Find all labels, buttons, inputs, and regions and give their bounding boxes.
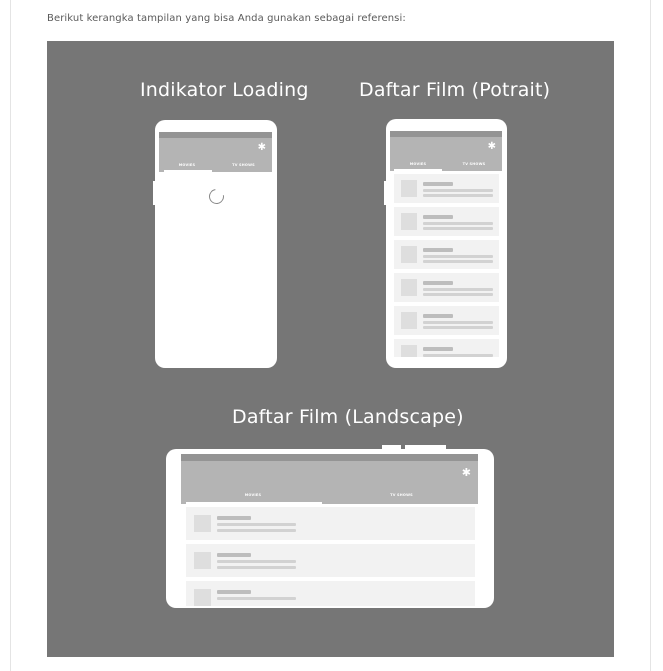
title-placeholder — [423, 281, 453, 285]
text-placeholder — [217, 597, 296, 600]
right-border — [650, 0, 651, 671]
phone-portrait-screen: ✱ MOVIES TV SHOWS — [390, 131, 502, 357]
loading-title: Indikator Loading — [140, 79, 309, 101]
gear-icon[interactable]: ✱ — [488, 142, 496, 152]
gear-icon[interactable]: ✱ — [258, 143, 266, 153]
list-item[interactable] — [186, 581, 475, 606]
tab-tv-shows[interactable]: TV SHOWS — [325, 493, 478, 497]
status-bar — [181, 454, 478, 461]
list-item[interactable] — [394, 174, 499, 203]
poster-placeholder — [401, 213, 417, 230]
title-placeholder — [423, 347, 453, 351]
phone-loading: ✱ MOVIES TV SHOWS — [155, 120, 277, 368]
title-placeholder — [217, 516, 251, 520]
poster-placeholder — [401, 279, 417, 296]
intro-text: Berikut kerangka tampilan yang bisa Anda… — [47, 13, 406, 24]
poster-placeholder — [401, 345, 417, 357]
list-item[interactable] — [394, 339, 499, 357]
poster-placeholder — [401, 180, 417, 197]
list-item[interactable] — [186, 544, 475, 577]
text-placeholder — [423, 194, 493, 197]
title-placeholder — [423, 248, 453, 252]
text-placeholder — [423, 354, 493, 357]
tab-indicator — [394, 169, 442, 171]
left-border — [10, 0, 11, 671]
tab-movies[interactable]: MOVIES — [159, 163, 215, 167]
text-placeholder — [423, 321, 493, 324]
portrait-title: Daftar Film (Potrait) — [359, 79, 551, 101]
text-placeholder — [217, 529, 296, 532]
text-placeholder — [423, 293, 493, 296]
list-item[interactable] — [394, 240, 499, 269]
list-item[interactable] — [394, 273, 499, 302]
tab-indicator — [186, 502, 322, 504]
text-placeholder — [423, 260, 493, 263]
app-bar: ✱ MOVIES TV SHOWS — [181, 461, 478, 504]
text-placeholder — [423, 222, 493, 225]
poster-placeholder — [401, 246, 417, 263]
poster-placeholder — [194, 589, 211, 606]
list-item[interactable] — [186, 507, 475, 540]
spinner-icon — [206, 186, 227, 207]
tab-tv-shows[interactable]: TV SHOWS — [215, 163, 272, 167]
phone-loading-screen: ✱ MOVIES TV SHOWS — [159, 132, 272, 356]
title-placeholder — [217, 553, 251, 557]
phone-portrait: ✱ MOVIES TV SHOWS — [386, 119, 507, 368]
wireframe-panel: Indikator Loading ✱ MOVIES TV SHOWS Daft… — [47, 41, 614, 657]
gear-icon[interactable]: ✱ — [462, 467, 471, 478]
phone-landscape-screen: ✱ MOVIES TV SHOWS — [181, 454, 478, 606]
poster-placeholder — [194, 515, 211, 532]
landscape-title: Daftar Film (Landscape) — [232, 406, 464, 428]
poster-placeholder — [194, 552, 211, 569]
text-placeholder — [217, 523, 296, 526]
text-placeholder — [423, 326, 493, 329]
text-placeholder — [423, 288, 493, 291]
title-placeholder — [423, 182, 453, 186]
list-item[interactable] — [394, 207, 499, 236]
title-placeholder — [423, 314, 453, 318]
tab-tv-shows[interactable]: TV SHOWS — [446, 162, 502, 166]
tab-indicator — [164, 170, 212, 172]
app-bar: ✱ MOVIES TV SHOWS — [390, 137, 502, 171]
list-item[interactable] — [394, 306, 499, 335]
phone-landscape: ✱ MOVIES TV SHOWS — [166, 449, 494, 608]
tab-movies[interactable]: MOVIES — [390, 162, 446, 166]
poster-placeholder — [401, 312, 417, 329]
tab-movies[interactable]: MOVIES — [181, 493, 325, 497]
text-placeholder — [423, 227, 493, 230]
title-placeholder — [217, 590, 251, 594]
text-placeholder — [423, 255, 493, 258]
title-placeholder — [423, 215, 453, 219]
text-placeholder — [423, 189, 493, 192]
text-placeholder — [217, 560, 296, 563]
text-placeholder — [217, 566, 296, 569]
app-bar: ✱ MOVIES TV SHOWS — [159, 138, 272, 172]
